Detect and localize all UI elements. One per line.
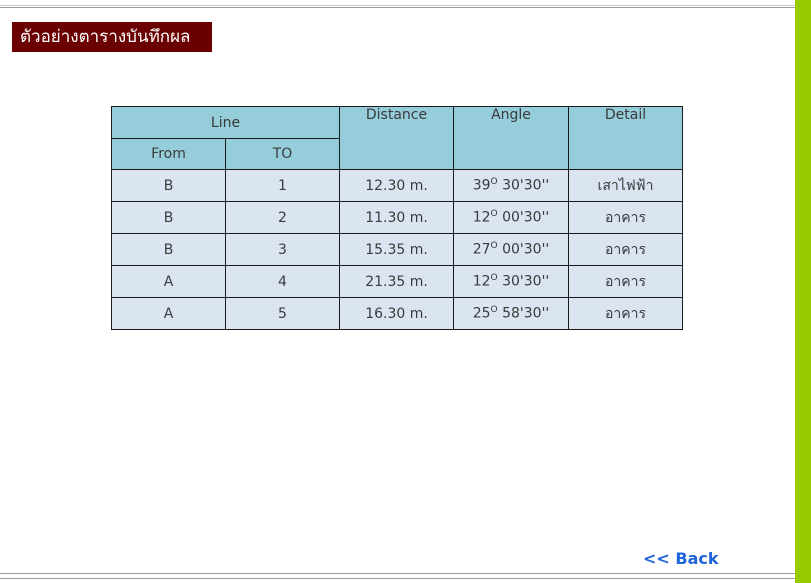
right-accent-bar [795,0,811,583]
table-row: A 5 16.30 m. 25O 58'30'' อาคาร [111,297,683,330]
cell-angle: 39O 30'30'' [453,169,569,202]
angle-minutes-seconds: 00'30'' [497,241,550,258]
cell-to: 2 [225,201,340,234]
cell-detail: อาคาร [568,233,683,266]
degree-mark: O [490,273,498,284]
back-link[interactable]: << Back [643,549,719,568]
cell-from: B [111,233,226,266]
degree-mark: O [490,209,498,220]
angle-degrees: 12 [472,209,491,226]
cell-to: 4 [225,265,340,298]
angle-minutes-seconds: 30'30'' [497,177,550,194]
cell-distance: 12.30 m. [339,169,454,202]
angle-minutes-seconds: 58'30'' [497,305,550,322]
bottom-divider [0,573,795,579]
table-row: B 1 12.30 m. 39O 30'30'' เสาไฟฟ้า [111,169,683,202]
cell-from: A [111,265,226,298]
angle-degrees: 25 [472,305,491,322]
header-angle: Angle [453,106,569,170]
angle-degrees: 27 [472,241,491,258]
degree-mark: O [490,241,498,252]
cell-from: B [111,201,226,234]
cell-angle: 27O 00'30'' [453,233,569,266]
table-body: B 1 12.30 m. 39O 30'30'' เสาไฟฟ้า B 2 11.30 m. 1… [111,169,683,330]
header-detail: Detail [568,106,683,170]
cell-distance: 21.35 m. [339,265,454,298]
page-title: ตัวอย่างตารางบันทึกผล [12,22,212,52]
table-row: A 4 21.35 m. 12O 30'30'' อาคาร [111,265,683,298]
header-line: Line [111,106,340,139]
cell-to: 3 [225,233,340,266]
results-table: Line Distance Angle Detail From TO B 1 12.… [111,106,683,330]
cell-distance: 15.35 m. [339,233,454,266]
cell-from: A [111,297,226,330]
cell-angle: 12O 00'30'' [453,201,569,234]
cell-angle: 25O 58'30'' [453,297,569,330]
cell-to: 5 [225,297,340,330]
angle-minutes-seconds: 00'30'' [497,209,550,226]
table-row: B 2 11.30 m. 12O 00'30'' อาคาร [111,201,683,234]
top-divider [0,0,795,8]
degree-mark: O [490,177,498,188]
table-row: B 3 15.35 m. 27O 00'30'' อาคาร [111,233,683,266]
cell-detail: อาคาร [568,201,683,234]
angle-minutes-seconds: 30'30'' [497,273,550,290]
cell-to: 1 [225,169,340,202]
cell-angle: 12O 30'30'' [453,265,569,298]
angle-degrees: 12 [472,273,491,290]
angle-degrees: 39 [472,177,491,194]
cell-distance: 16.30 m. [339,297,454,330]
header-from: From [111,138,226,170]
cell-detail: อาคาร [568,297,683,330]
cell-distance: 11.30 m. [339,201,454,234]
degree-mark: O [490,305,498,316]
cell-detail: เสาไฟฟ้า [568,169,683,202]
header-distance: Distance [339,106,454,170]
header-to: TO [225,138,340,170]
cell-detail: อาคาร [568,265,683,298]
cell-from: B [111,169,226,202]
